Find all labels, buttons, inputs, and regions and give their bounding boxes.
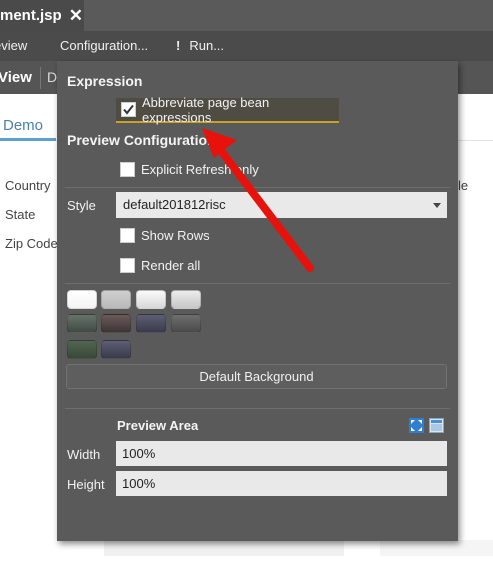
swatch-white-gradient[interactable] <box>136 290 166 309</box>
divider <box>65 187 450 188</box>
show-rows-label: Show Rows <box>141 228 210 243</box>
render-all-checkbox[interactable] <box>120 258 135 273</box>
height-label: Height <box>67 477 105 492</box>
explicit-refresh-option[interactable]: Explicit Refresh only <box>120 162 259 177</box>
height-field[interactable]: 100% <box>116 471 447 496</box>
checkmark-icon <box>123 104 134 115</box>
tab-demo[interactable]: Demo <box>0 117 56 141</box>
swatch-dark-green[interactable] <box>67 340 97 359</box>
width-field[interactable]: 100% <box>116 441 447 466</box>
swatch-light-gray[interactable] <box>101 290 131 309</box>
run-button[interactable]: ! Run... <box>176 31 224 61</box>
editor-tab-bar: ment.jsp ✕ <box>0 0 493 31</box>
abbreviate-checkbox[interactable] <box>121 102 136 117</box>
preview-area-heading: Preview Area <box>117 418 199 433</box>
width-label: Width <box>67 447 101 462</box>
swatch-white[interactable] <box>67 290 97 309</box>
file-tab-title: ment.jsp <box>0 7 62 24</box>
tab-separator <box>40 67 41 89</box>
editor-toolbar: eview Configuration... ! Run... <box>0 31 493 61</box>
chevron-down-icon <box>433 203 441 208</box>
swatch-dark-brown[interactable] <box>101 314 131 333</box>
swatch-dark-slate[interactable] <box>136 314 166 333</box>
swatch-dark-gray[interactable] <box>171 314 201 333</box>
divider <box>65 408 450 409</box>
run-label: Run... <box>189 38 225 53</box>
content-strip <box>104 540 344 556</box>
render-all-option[interactable]: Render all <box>120 258 200 273</box>
preview-config-heading: Preview Configuration <box>67 132 216 148</box>
swatch-dark-green-gray[interactable] <box>67 314 97 333</box>
preview-configuration-panel: Expression Abbreviate page bean expressi… <box>57 61 458 541</box>
field-label-state: State <box>5 207 36 222</box>
style-select-value: default201812risc <box>123 197 226 212</box>
expression-heading: Expression <box>67 73 143 89</box>
divider <box>65 283 450 284</box>
field-label-zip: Zip Code <box>5 236 58 251</box>
abbreviate-option[interactable]: Abbreviate page bean expressions <box>116 94 339 125</box>
show-rows-option[interactable]: Show Rows <box>120 228 210 243</box>
exclamation-icon: ! <box>176 38 181 53</box>
close-icon[interactable]: ✕ <box>69 6 83 26</box>
tab-design[interactable]: D <box>47 61 57 94</box>
swatch-dark-navy[interactable] <box>101 340 131 359</box>
file-tab[interactable]: ment.jsp ✕ <box>0 0 84 31</box>
show-rows-checkbox[interactable] <box>120 228 135 243</box>
explicit-refresh-label: Explicit Refresh only <box>141 162 259 177</box>
tab-view[interactable]: View <box>0 61 32 94</box>
swatch-light-gray-gradient[interactable] <box>171 290 201 309</box>
style-select[interactable]: default201812risc <box>116 192 447 218</box>
field-label-country: Country <box>5 178 51 193</box>
abbreviate-label: Abbreviate page bean expressions <box>142 94 270 125</box>
preview-button[interactable]: eview <box>0 31 27 61</box>
configuration-button[interactable]: Configuration... <box>60 31 148 61</box>
content-strip-right <box>380 540 493 556</box>
render-all-label: Render all <box>141 258 201 273</box>
style-label: Style <box>67 198 96 213</box>
fullscreen-icon[interactable] <box>409 418 424 433</box>
explicit-refresh-checkbox[interactable] <box>120 162 135 177</box>
default-background-button[interactable]: Default Background <box>66 364 447 389</box>
window-icon[interactable] <box>429 418 444 433</box>
right-label: le <box>458 178 469 193</box>
